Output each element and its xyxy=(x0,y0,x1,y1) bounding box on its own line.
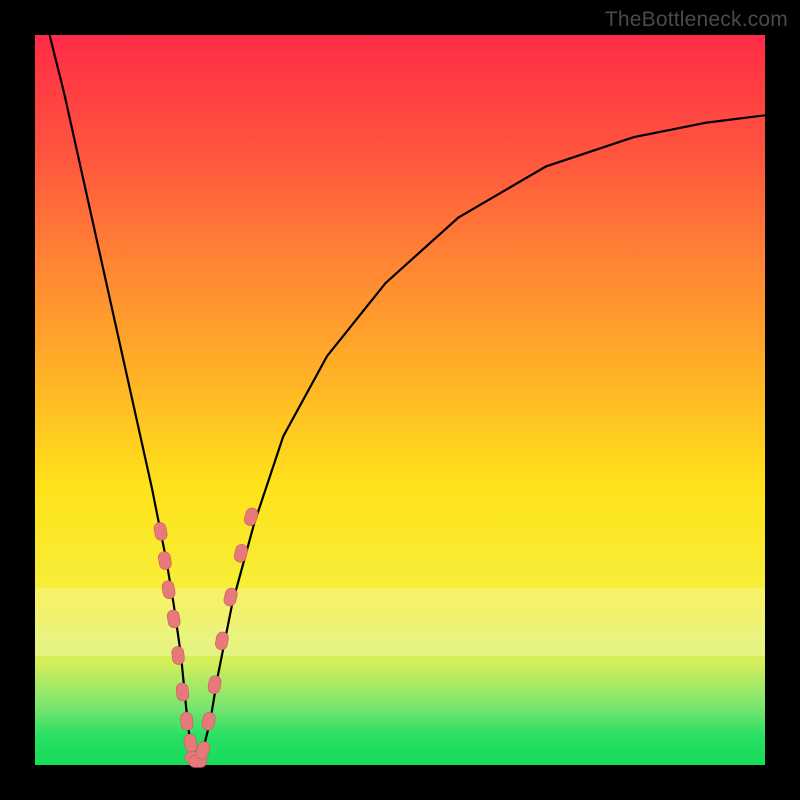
curve-marker xyxy=(157,551,172,571)
watermark-text: TheBottleneck.com xyxy=(605,8,788,32)
curve-marker xyxy=(201,711,216,731)
curve-marker xyxy=(207,675,222,695)
curve-marker xyxy=(214,631,229,651)
curve-marker xyxy=(153,521,168,541)
marker-group xyxy=(153,506,260,767)
curve-marker xyxy=(161,580,176,600)
bottleneck-curve-path xyxy=(50,35,765,765)
chart-svg xyxy=(35,35,765,765)
curve-marker xyxy=(175,682,189,701)
curve-marker xyxy=(171,646,185,665)
curve-marker xyxy=(166,609,181,629)
curve-marker xyxy=(243,506,260,527)
curve-marker xyxy=(233,543,249,563)
curve-marker xyxy=(180,712,194,731)
curve-marker xyxy=(183,733,198,753)
